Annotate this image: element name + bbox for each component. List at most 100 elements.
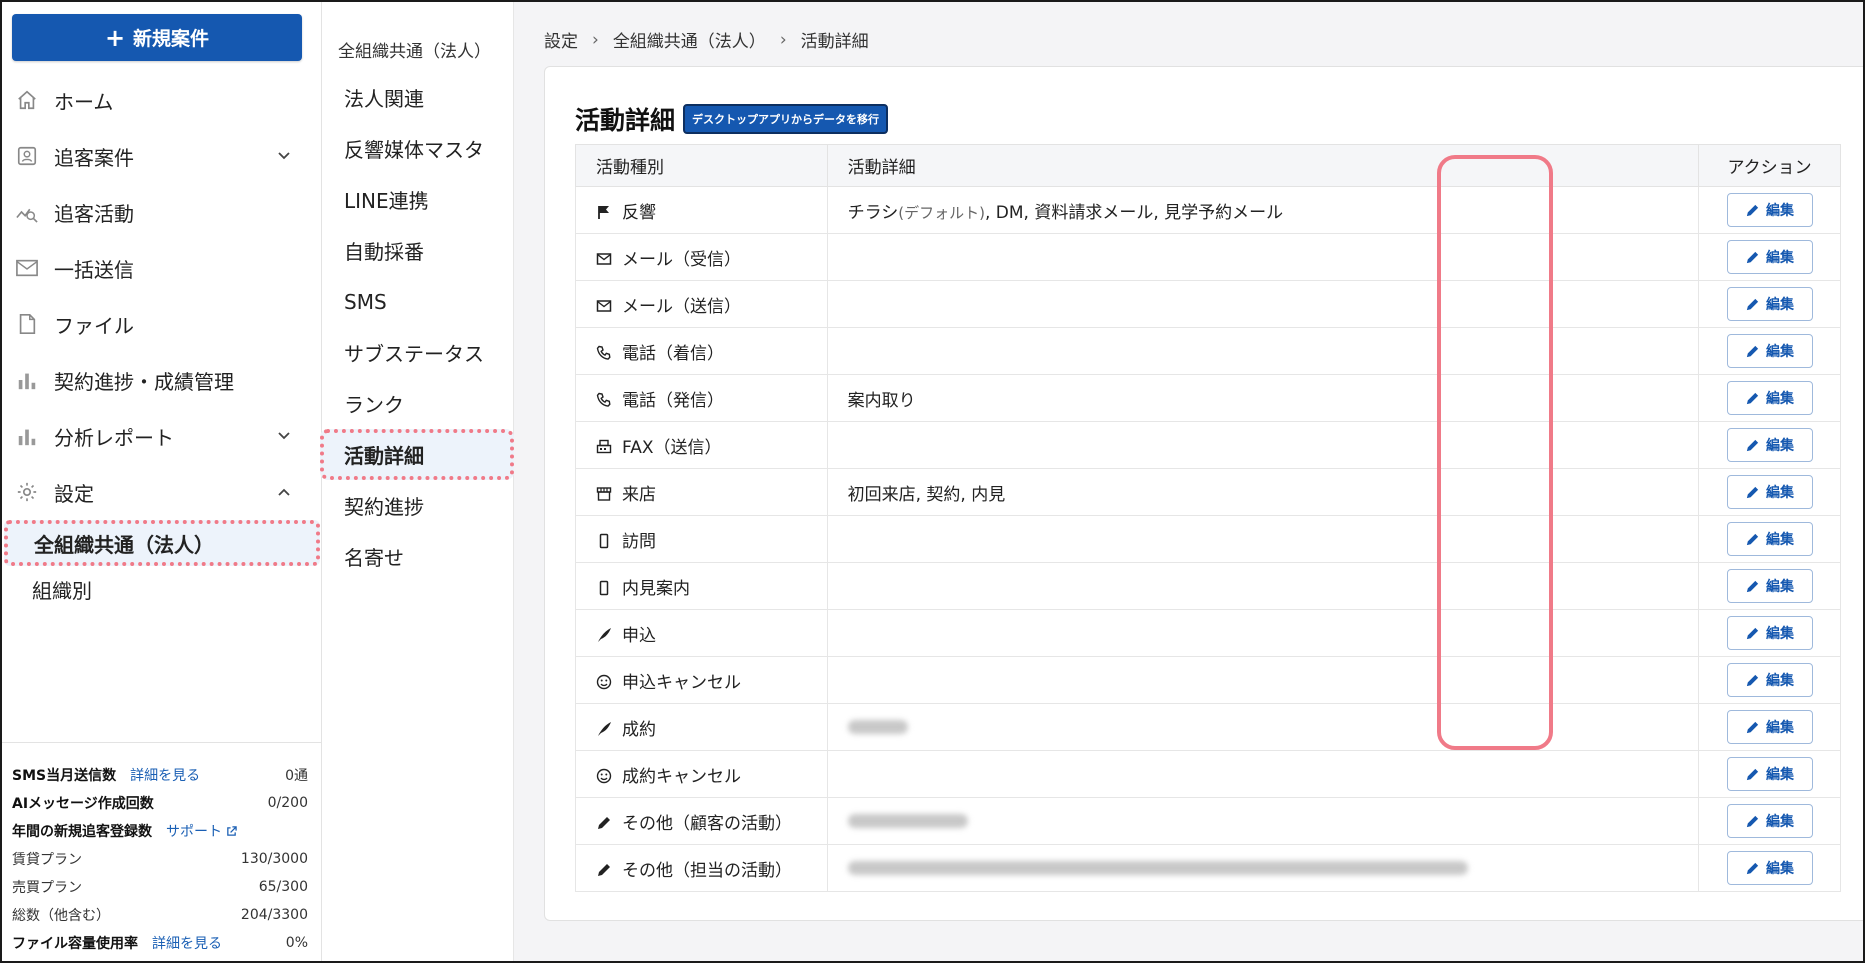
rent-plan-row: 賃貸プラン 130/3000 — [12, 845, 308, 873]
nav-item-2[interactable]: 追客活動 — [2, 184, 322, 240]
activity-type-label: 来店 — [622, 484, 656, 505]
breadcrumb-org-common[interactable]: 全組織共通（法人） — [613, 27, 766, 52]
submenu-item-4[interactable]: SMS — [322, 276, 514, 327]
submenu-item-8[interactable]: 契約進捗 — [322, 480, 514, 531]
breadcrumb-settings[interactable]: 設定 — [544, 27, 578, 52]
action-cell: 編集 — [1698, 562, 1841, 610]
header-action: アクション — [1698, 144, 1841, 187]
activity-type-cell: その他（担当の活動） — [575, 844, 828, 892]
breadcrumb-current: 活動詳細 — [800, 32, 869, 52]
edit-button[interactable]: 編集 — [1726, 569, 1813, 603]
edit-button[interactable]: 編集 — [1726, 851, 1813, 885]
edit-button[interactable]: 編集 — [1726, 663, 1813, 697]
edit-button[interactable]: 編集 — [1726, 616, 1813, 650]
submenu-item-1[interactable]: 反響媒体マスタ — [322, 123, 514, 174]
nav-item-3[interactable]: 一括送信 — [2, 240, 322, 296]
edit-button[interactable]: 編集 — [1726, 757, 1813, 791]
activity-type-cell: 成約キャンセル — [575, 750, 828, 798]
blurred-detail — [847, 814, 968, 828]
action-cell: 編集 — [1698, 844, 1841, 892]
detail-text: 初回来店, 契約, 内見 — [847, 484, 1006, 505]
submenu-item-5[interactable]: サブステータス — [322, 327, 514, 378]
edit-button[interactable]: 編集 — [1726, 334, 1813, 368]
nav-item-0[interactable]: ホーム — [2, 72, 322, 128]
pencil-icon — [1746, 439, 1759, 451]
app-window: + 新規案件 ホーム 追客案件 追客活動 一括送信 ファイル 契約進捗・成績管理 分析レポー… — [0, 0, 1865, 963]
edit-button[interactable]: 編集 — [1726, 381, 1813, 415]
store-icon — [596, 486, 612, 502]
pencil-icon — [1746, 862, 1759, 874]
activity-detail-cell — [826, 280, 1700, 328]
activity-type-cell: 訪問 — [575, 515, 828, 563]
chevron-down-icon[interactable] — [274, 426, 294, 446]
activity-type-cell: 申込キャンセル — [575, 656, 828, 704]
settings-sub-item-1[interactable]: 組織別 — [2, 566, 322, 612]
total-label: 総数（他含む） — [12, 908, 110, 924]
edit-button[interactable]: 編集 — [1726, 522, 1813, 556]
pencil-icon — [1746, 298, 1759, 310]
activity-detail-cell — [826, 562, 1700, 610]
support-link[interactable]: サポート — [166, 821, 238, 841]
table-row: メール（送信） 編集 — [575, 280, 1841, 328]
quill-icon — [596, 721, 612, 737]
phone-icon — [596, 345, 612, 361]
edit-button[interactable]: 編集 — [1726, 240, 1813, 274]
edit-button[interactable]: 編集 — [1726, 193, 1813, 227]
ai-usage-row: AIメッセージ作成回数 0/200 — [12, 789, 308, 817]
pencil-icon — [596, 862, 612, 878]
new-case-label: 新規案件 — [133, 28, 210, 50]
total-row: 総数（他含む） 204/3300 — [12, 901, 308, 929]
ai-usage-value: 0/200 — [267, 795, 308, 811]
new-case-button[interactable]: + 新規案件 — [12, 14, 302, 61]
activity-type-cell: 内見案内 — [575, 562, 828, 610]
activity-detail-cell: チラシ(デフォルト), DM, 資料請求メール, 見学予約メール — [826, 186, 1700, 234]
fax-icon — [596, 439, 612, 455]
activity-type-label: メール（受信） — [622, 249, 741, 270]
activity-detail-cell — [826, 515, 1700, 563]
nav-item-7[interactable]: 設定 — [2, 464, 322, 520]
submenu-item-0[interactable]: 法人関連 — [322, 72, 514, 123]
activity-type-label: 電話（発信） — [622, 390, 724, 411]
pencil-icon — [596, 815, 612, 831]
file-detail-link[interactable]: 詳細を見る — [152, 933, 222, 953]
action-cell: 編集 — [1698, 656, 1841, 704]
submenu-item-3[interactable]: 自動採番 — [322, 225, 514, 276]
edit-button[interactable]: 編集 — [1726, 804, 1813, 838]
page-title-text: 活動詳細 — [575, 106, 676, 135]
activity-type-label: 反響 — [622, 202, 656, 223]
main-content: 設定 › 全組織共通（法人） › 活動詳細 活動詳細 デスクトップアプリからデー… — [514, 2, 1863, 961]
activity-detail-cell — [826, 844, 1700, 892]
home-icon — [14, 87, 40, 113]
contact-icon — [14, 143, 40, 169]
chevron-down-icon[interactable] — [274, 146, 294, 166]
edit-button[interactable]: 編集 — [1726, 475, 1813, 509]
usage-panel: SMS当月送信数 詳細を見る 0通 AIメッセージ作成回数 0/200 年間の新… — [2, 742, 322, 957]
sms-detail-link[interactable]: 詳細を見る — [130, 765, 200, 785]
activity-type-cell: 反響 — [575, 186, 828, 234]
mail-icon — [14, 255, 40, 281]
edit-button[interactable]: 編集 — [1726, 710, 1813, 744]
nav-item-6[interactable]: 分析レポート — [2, 408, 322, 464]
ai-usage-label: AIメッセージ作成回数 — [12, 796, 154, 812]
settings-sub-item-0[interactable]: 全組織共通（法人） — [4, 520, 320, 566]
edit-button-label: 編集 — [1766, 720, 1795, 736]
pencil-icon — [1746, 721, 1759, 733]
pencil-icon — [1746, 768, 1759, 780]
mail-icon — [596, 298, 612, 314]
nav-item-5[interactable]: 契約進捗・成績管理 — [2, 352, 322, 408]
submenu-item-9[interactable]: 名寄せ — [322, 531, 514, 582]
pencil-icon — [1746, 204, 1759, 216]
chevron-up-icon[interactable] — [274, 482, 294, 502]
smiley-icon — [596, 674, 612, 690]
nav-item-1[interactable]: 追客案件 — [2, 128, 322, 184]
edit-button[interactable]: 編集 — [1726, 287, 1813, 321]
rent-plan-value: 130/3000 — [240, 851, 308, 867]
submenu-item-7[interactable]: 活動詳細 — [320, 429, 514, 480]
activity-type-cell: 来店 — [575, 468, 828, 516]
edit-button[interactable]: 編集 — [1726, 428, 1813, 462]
submenu-heading: 全組織共通（法人） — [338, 42, 491, 62]
nav-item-4[interactable]: ファイル — [2, 296, 322, 352]
submenu-item-2[interactable]: LINE連携 — [322, 174, 514, 225]
table-row: その他（担当の活動） 編集 — [575, 844, 1841, 892]
submenu-item-6[interactable]: ランク — [322, 378, 514, 429]
